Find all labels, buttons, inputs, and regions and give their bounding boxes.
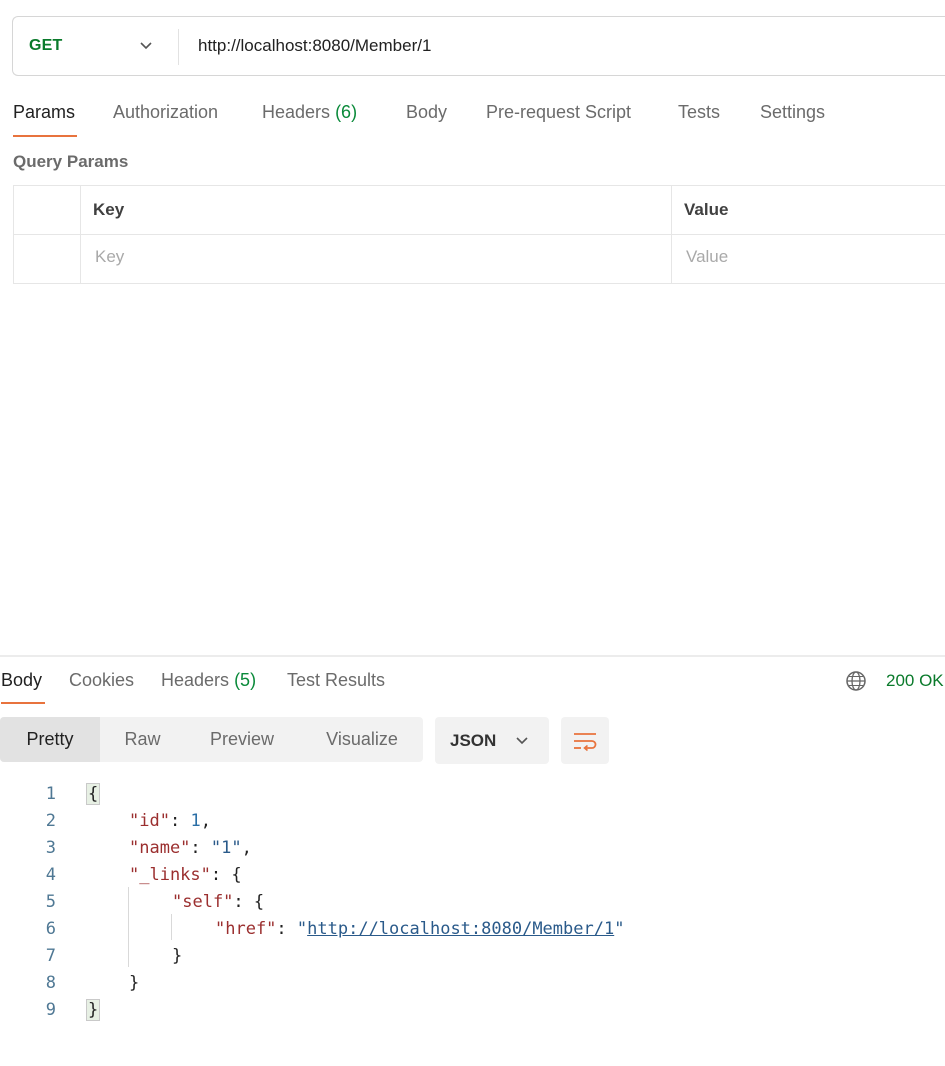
line-number: 6 — [45, 919, 56, 939]
globe-icon[interactable] — [845, 670, 867, 692]
param-key-input[interactable]: Key — [95, 247, 124, 267]
response-pane-resizer[interactable] — [0, 655, 945, 657]
code-line: "self": { — [172, 892, 265, 912]
column-header-value: Value — [684, 200, 729, 219]
brace-close: } — [86, 999, 101, 1021]
table-col-divider-1 — [80, 185, 81, 284]
code-line: "href": "http://localhost:8080/Member/1" — [215, 919, 625, 939]
brace: } — [172, 946, 183, 966]
query-params-title: Query Params — [13, 152, 129, 171]
table-border-mid — [13, 234, 945, 235]
view-mode-raw[interactable]: Raw — [100, 717, 185, 762]
response-tab-cookies[interactable]: Cookies — [69, 670, 134, 691]
table-col-divider-2 — [671, 185, 672, 284]
line-number: 8 — [45, 973, 56, 993]
wrap-lines-icon — [574, 733, 597, 752]
json-key: "_links" — [129, 865, 211, 885]
chevron-down-icon[interactable] — [139, 41, 153, 51]
headers-count: (6) — [335, 102, 358, 122]
href-link[interactable]: http://localhost:8080/Member/1 — [307, 919, 614, 939]
line-number: 7 — [45, 946, 56, 966]
response-headers-count: (5) — [234, 670, 257, 690]
param-value-input[interactable]: Value — [686, 247, 728, 267]
url-input[interactable]: http://localhost:8080/Member/1 — [198, 36, 431, 56]
json-key: "href" — [215, 919, 277, 939]
tab-pre-request-script[interactable]: Pre-request Script — [486, 102, 631, 123]
line-number: 4 — [45, 865, 56, 885]
line-number: 5 — [45, 892, 56, 912]
json-key: "self" — [172, 892, 234, 912]
indent-guide — [128, 887, 129, 967]
code-line: "name": "1", — [129, 838, 252, 858]
response-tab-headers[interactable]: Headers (5) — [161, 670, 256, 691]
json-number: 1 — [190, 811, 201, 831]
code-line: { — [86, 783, 101, 805]
line-number: 2 — [45, 811, 56, 831]
tab-body[interactable]: Body — [406, 102, 447, 123]
response-tab-body[interactable]: Body — [1, 670, 42, 691]
chevron-down-icon — [516, 737, 528, 745]
format-select-label: JSON — [450, 731, 497, 750]
code-line: } — [86, 999, 101, 1021]
url-separator — [178, 29, 179, 65]
active-tab-indicator — [13, 135, 77, 137]
tab-tests[interactable]: Tests — [678, 102, 720, 123]
method-select[interactable]: GET — [29, 37, 63, 55]
table-border-bottom — [13, 283, 945, 284]
brace-open: { — [86, 783, 101, 805]
code-line: "id": 1, — [129, 811, 211, 831]
table-border-left — [13, 185, 14, 284]
tab-params[interactable]: Params — [13, 102, 75, 123]
brace: } — [129, 973, 140, 993]
line-number: 3 — [45, 838, 56, 858]
tab-settings[interactable]: Settings — [760, 102, 825, 123]
json-key: "name" — [129, 838, 191, 858]
tab-headers[interactable]: Headers (6) — [262, 102, 357, 123]
view-mode-visualize[interactable]: Visualize — [310, 717, 414, 762]
code-line: } — [129, 973, 139, 993]
column-header-key: Key — [93, 200, 125, 219]
view-mode-pretty[interactable]: Pretty — [0, 717, 100, 762]
line-number: 9 — [45, 1000, 56, 1020]
indent-guide — [171, 914, 172, 940]
view-mode-preview[interactable]: Preview — [194, 717, 290, 762]
brace: { — [253, 892, 265, 912]
json-string: "1" — [210, 838, 242, 858]
code-line: "_links": { — [129, 865, 242, 885]
brace: { — [231, 865, 242, 885]
line-number: 1 — [45, 784, 56, 804]
response-status[interactable]: 200 OK — [886, 671, 944, 691]
active-response-tab-indicator — [1, 702, 45, 704]
response-tab-test-results[interactable]: Test Results — [287, 670, 385, 691]
code-line: } — [172, 946, 182, 966]
tab-authorization[interactable]: Authorization — [113, 102, 218, 123]
request-url-bar: GET http://localhost:8080/Member/1 — [12, 16, 945, 76]
json-key: "id" — [129, 811, 170, 831]
table-border-top — [13, 185, 945, 186]
